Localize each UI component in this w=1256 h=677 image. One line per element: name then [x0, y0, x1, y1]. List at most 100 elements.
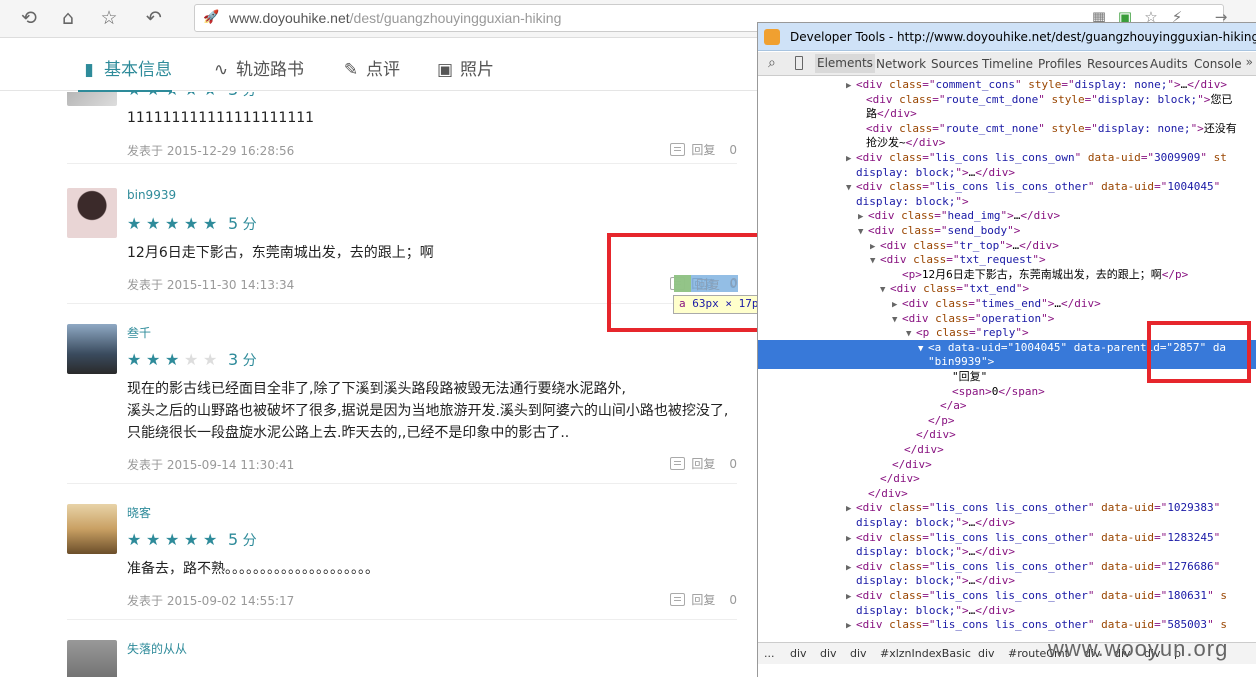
- avatar[interactable]: [67, 504, 117, 554]
- dom-node-line[interactable]: ▶ <div class="comment_cons" style="displa…: [758, 77, 1227, 92]
- avatar[interactable]: [67, 324, 117, 374]
- dom-node-line[interactable]: </div>: [758, 486, 908, 501]
- tab-network[interactable]: Network: [876, 57, 926, 71]
- reply-button[interactable]: 回复0: [670, 455, 737, 472]
- reply-button[interactable]: 回复0: [670, 591, 737, 608]
- undo-icon[interactable]: ↶: [141, 6, 167, 30]
- dom-node-line[interactable]: <span>0</span>: [758, 384, 1045, 399]
- star-icon: ★: [203, 350, 218, 369]
- tab-reviews[interactable]: ✎ 点评: [340, 55, 400, 80]
- dom-node-line[interactable]: </div>: [758, 442, 944, 457]
- star-icon: ★: [146, 214, 161, 233]
- dom-node-line[interactable]: ▶ <div class="tr_top">…</div>: [758, 238, 1059, 253]
- reply-icon: [670, 457, 686, 470]
- comment-text: 准备去，路不熟。。。。。。。。。。。。。。。。。。。。。: [127, 561, 379, 577]
- reload-icon[interactable]: ⟲: [16, 6, 42, 30]
- dom-node-line[interactable]: 路</div>: [758, 106, 917, 121]
- comment-text: 现在的影古线已经面目全非了,除了下溪到溪头路段路被毁无法通行要绕水泥路外,: [127, 381, 626, 397]
- comment-username[interactable]: 失落的从从: [127, 640, 187, 657]
- rating-score: 3 分: [228, 350, 257, 369]
- comment-username[interactable]: 晓客: [127, 504, 151, 521]
- breadcrumb-item[interactable]: div: [850, 647, 867, 660]
- comment-item: 失落的从从: [67, 640, 737, 677]
- expand-toggle-icon[interactable]: ▶: [846, 619, 856, 634]
- breadcrumb-item[interactable]: div: [978, 647, 995, 660]
- dom-node-line[interactable]: ▼ <div class="txt_request">: [758, 252, 1046, 267]
- star-icon: ★: [203, 92, 222, 99]
- dom-node-line[interactable]: ▼ <div class="txt_end">: [758, 281, 1029, 296]
- comment-date: 发表于 2015-09-02 14:55:17: [127, 594, 295, 608]
- breadcrumb-item[interactable]: div: [790, 647, 807, 660]
- dom-node-line[interactable]: <p>12月6日走下影古，东莞南城出发，去的跟上；啊</p>: [758, 267, 1188, 282]
- star-icon: ★: [165, 530, 180, 549]
- dom-node-line[interactable]: ▶ <div class="times_end">…</div>: [758, 296, 1101, 311]
- dom-node-line[interactable]: display: block;">…</div>: [758, 573, 1015, 588]
- dom-node-line[interactable]: ▶ <div class="lis_cons lis_cons_other" da…: [758, 559, 1220, 574]
- bookmark-star-icon[interactable]: ☆: [96, 6, 122, 30]
- comment-item: 叁千 ★ ★ ★ ★ ★ 3 分 现在的影古线已经面目全非了,除了下溪到溪头路段路被毁无法…: [67, 324, 737, 484]
- dom-node-line[interactable]: <div class="route_cmt_none" style="displ…: [758, 121, 1237, 136]
- annotation-box-parentid: [1147, 321, 1251, 383]
- dom-node-line[interactable]: ▼ <div class="send_body">: [758, 223, 1020, 238]
- star-icon: ★: [184, 530, 199, 549]
- star-icon: ★: [127, 214, 142, 233]
- dom-node-line[interactable]: display: block;">…</div>: [758, 603, 1015, 618]
- dom-node-line[interactable]: </div>: [758, 471, 920, 486]
- devtools-titlebar: Developer Tools - http://www.doyouhike.n…: [758, 23, 1256, 51]
- dom-node-line[interactable]: ▶ <div class="head_img">…</div>: [758, 208, 1060, 223]
- star-icon: ★: [127, 350, 142, 369]
- tab-elements[interactable]: Elements: [815, 54, 875, 73]
- dom-node-line[interactable]: <div class="route_cmt_done" style="displ…: [758, 92, 1232, 107]
- comment-username[interactable]: 叁千: [127, 324, 151, 341]
- star-icon: ★: [184, 92, 203, 99]
- breadcrumb-item[interactable]: ...: [764, 647, 775, 660]
- dom-node-line[interactable]: display: block;">…</div>: [758, 515, 1015, 530]
- dom-node-line[interactable]: ▶ <div class="lis_cons lis_cons_own" data…: [758, 150, 1227, 165]
- photo-icon: ▣: [436, 60, 454, 80]
- tab-track[interactable]: ∿ 轨迹路书: [210, 55, 304, 80]
- avatar[interactable]: [67, 188, 117, 238]
- dom-node-line[interactable]: 抢沙发~</div>: [758, 135, 945, 150]
- dom-node-line[interactable]: </div>: [758, 457, 932, 472]
- dom-node-line[interactable]: ▼ <div class="lis_cons lis_cons_other" da…: [758, 179, 1220, 194]
- star-icon: ★: [127, 530, 142, 549]
- breadcrumb-item[interactable]: #xlznIndexBasic: [880, 647, 971, 660]
- avatar[interactable]: [67, 640, 117, 677]
- dom-node-line[interactable]: </a>: [758, 398, 967, 413]
- watermark: www.wooyun.org: [1048, 636, 1229, 661]
- tab-basic-info[interactable]: ▮ 基本信息: [78, 55, 172, 92]
- star-icon: ★: [203, 214, 218, 233]
- more-tabs-icon[interactable]: »: [1246, 55, 1253, 69]
- dom-node-line[interactable]: display: block;">…</div>: [758, 544, 1015, 559]
- dom-node-line[interactable]: ▶ <div class="lis_cons lis_cons_other" da…: [758, 617, 1227, 632]
- dom-node-line[interactable]: display: block;">…</div>: [758, 165, 1015, 180]
- reply-button[interactable]: 回复0: [670, 141, 737, 158]
- device-mode-icon[interactable]: [795, 56, 803, 70]
- star-icon: ★: [184, 350, 199, 369]
- avatar[interactable]: [67, 92, 117, 106]
- inspect-search-icon[interactable]: ⌕: [768, 55, 776, 71]
- tab-audits[interactable]: Audits: [1150, 57, 1188, 71]
- comment-username[interactable]: bin9939: [127, 188, 176, 202]
- home-icon[interactable]: ⌂: [55, 6, 81, 30]
- dom-node-line[interactable]: ▶ <div class="lis_cons lis_cons_other" da…: [758, 500, 1220, 515]
- tab-profiles[interactable]: Profiles: [1038, 57, 1082, 71]
- star-icon: ★: [127, 92, 146, 99]
- dom-node-line[interactable]: </div>: [758, 427, 956, 442]
- rating-stars: ★★★★★3 分: [127, 92, 257, 99]
- tab-console[interactable]: Console: [1194, 57, 1242, 71]
- dom-node-line[interactable]: ▼ <div class="operation">: [758, 311, 1054, 326]
- dom-node-line[interactable]: display: block;">: [758, 194, 969, 209]
- tab-sources[interactable]: Sources: [931, 57, 978, 71]
- dom-node-line[interactable]: "回复": [758, 369, 987, 384]
- dom-node-line[interactable]: ▶ <div class="lis_cons lis_cons_other" da…: [758, 530, 1220, 545]
- tab-timeline[interactable]: Timeline: [982, 57, 1033, 71]
- book-icon: ▮: [84, 60, 94, 80]
- dom-node-line[interactable]: ▶ <div class="lis_cons lis_cons_other" da…: [758, 588, 1227, 603]
- breadcrumb-item[interactable]: div: [820, 647, 837, 660]
- tab-resources[interactable]: Resources: [1087, 57, 1148, 71]
- dom-node-line[interactable]: </p>: [758, 413, 955, 428]
- tab-photos[interactable]: ▣ 照片: [434, 55, 494, 80]
- dom-node-line[interactable]: ▼ <p class="reply">: [758, 325, 1029, 340]
- comment-text: 111111111111111111111: [127, 110, 315, 126]
